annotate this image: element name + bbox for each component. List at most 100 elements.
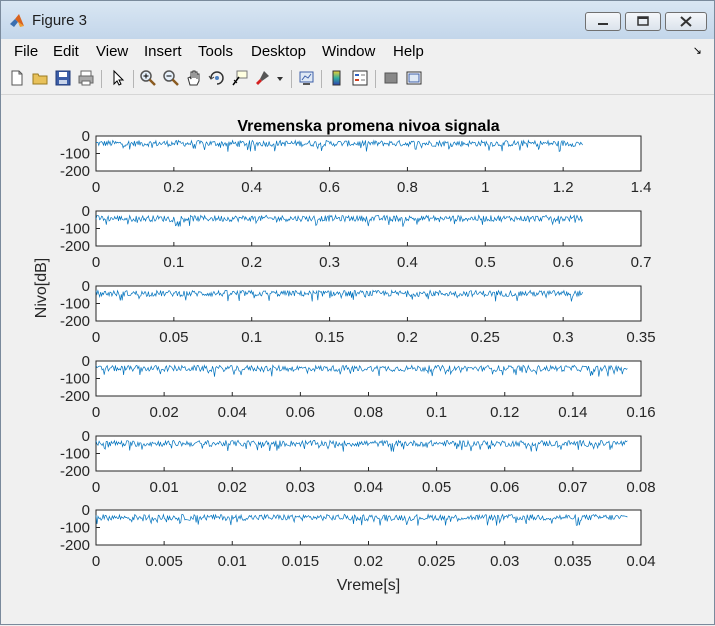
y-tick-label: -200 — [60, 463, 90, 480]
x-tick-label: 0.06 — [286, 404, 315, 421]
x-tick-label: 0.1 — [241, 329, 262, 346]
insert-legend-icon[interactable] — [351, 69, 369, 87]
link-plot-icon[interactable] — [298, 69, 316, 87]
x-tick-label: 0.2 — [163, 179, 184, 196]
y-tick-label: 0 — [82, 428, 90, 445]
close-icon — [680, 16, 692, 27]
edit-plot-arrow-icon[interactable] — [109, 69, 127, 87]
toolbar-separator — [101, 70, 102, 88]
x-tick-label: 0.6 — [319, 179, 340, 196]
menu-window[interactable]: Window — [322, 43, 375, 60]
menu-tools[interactable]: Tools — [198, 43, 233, 60]
y-tick-label: -200 — [60, 238, 90, 255]
x-tick-label: 0.5 — [475, 254, 496, 271]
y-tick-label: -200 — [60, 537, 90, 554]
x-tick-label: 0 — [92, 329, 100, 346]
x-tick-label: 0.01 — [218, 553, 247, 570]
x-tick-label: 0.03 — [490, 553, 519, 570]
subplot-2[interactable]: 0-100-2000 0.1 0.2 0.3 0.4 0.5 0.6 0.7 — [60, 203, 651, 271]
zoom-in-icon[interactable] — [139, 69, 157, 87]
close-button[interactable] — [665, 12, 707, 31]
x-tick-label: 0.07 — [558, 479, 587, 496]
save-icon[interactable] — [54, 69, 72, 87]
y-tick-label: 0 — [82, 128, 90, 145]
x-tick-label: 0.3 — [319, 254, 340, 271]
x-tick-label: 0.04 — [626, 553, 655, 570]
insert-colorbar-icon[interactable] — [328, 69, 346, 87]
x-tick-label: 0.4 — [397, 254, 418, 271]
print-icon[interactable] — [77, 69, 95, 87]
x-tick-label: 0.02 — [218, 479, 247, 496]
x-tick-label: 0.005 — [145, 553, 183, 570]
y-tick-label: 0 — [82, 203, 90, 220]
y-tick-label: 0 — [82, 502, 90, 519]
x-tick-label: 0.05 — [159, 329, 188, 346]
menu-insert[interactable]: Insert — [144, 43, 182, 60]
subplot-6[interactable]: 0-100-2000 0.005 0.01 0.015 0.02 0.025 0.03 0.0… — [60, 502, 656, 594]
figure-window: Figure 3 File Edit View Insert Tools Des… — [0, 0, 715, 625]
y-tick-label: -100 — [60, 520, 90, 537]
pan-hand-icon[interactable] — [185, 69, 203, 87]
brush-icon[interactable] — [254, 69, 272, 87]
y-tick-label: -100 — [60, 371, 90, 388]
open-file-icon[interactable] — [31, 69, 49, 87]
maximize-icon — [637, 16, 649, 26]
x-tick-label: 0.14 — [558, 404, 587, 421]
axes-box — [95, 360, 642, 397]
toolbar-separator — [321, 70, 322, 88]
x-tick-label: 0.1 — [163, 254, 184, 271]
x-tick-label: 0.35 — [626, 329, 655, 346]
title-bar[interactable]: Figure 3 — [1, 1, 714, 39]
x-tick-label: 0.1 — [426, 404, 447, 421]
y-tick-label: -100 — [60, 446, 90, 463]
y-tick-label: -100 — [60, 146, 90, 163]
hide-plot-tools-icon[interactable] — [382, 69, 400, 87]
x-axis-label: Vreme[s] — [337, 577, 400, 594]
x-tick-label: 0.03 — [286, 479, 315, 496]
data-cursor-icon[interactable] — [231, 69, 249, 87]
zoom-out-icon[interactable] — [162, 69, 180, 87]
rotate-3d-icon[interactable] — [208, 69, 226, 87]
subplot-4[interactable]: 0-100-2000 0.02 0.04 0.06 0.08 0.1 0.12 0.14 0.1… — [60, 353, 656, 421]
x-tick-label: 0 — [92, 404, 100, 421]
axes-box — [95, 509, 642, 546]
x-tick-label: 0.05 — [422, 479, 451, 496]
y-tick-label: -200 — [60, 163, 90, 180]
show-plot-tools-icon[interactable] — [405, 69, 423, 87]
x-tick-label: 0.08 — [354, 404, 383, 421]
menu-desktop[interactable]: Desktop — [251, 43, 306, 60]
brush-dropdown-icon[interactable] — [275, 69, 285, 87]
x-tick-label: 0 — [92, 479, 100, 496]
x-tick-label: 0.2 — [397, 329, 418, 346]
toolbar-separator — [133, 70, 134, 88]
dock-arrow-icon[interactable]: ↘ — [693, 44, 702, 57]
axes-box — [95, 285, 642, 322]
menu-edit[interactable]: Edit — [53, 43, 79, 60]
subplot-5[interactable]: 0-100-2000 0.01 0.02 0.03 0.04 0.05 0.06 0.07 0.… — [60, 428, 656, 496]
x-tick-label: 0.6 — [553, 254, 574, 271]
chart-title: Vremenska promena nivoa signala — [237, 118, 499, 135]
x-tick-label: 0.015 — [282, 553, 320, 570]
menu-file[interactable]: File — [14, 43, 38, 60]
figure-canvas: 0 -100 -200 0 0.2 0.4 0.6 0.8 1 1.2 1.4 Vremenska p… — [4, 96, 709, 621]
axes-box — [95, 435, 642, 472]
toolbar-separator — [291, 70, 292, 88]
minimize-button[interactable] — [585, 12, 621, 31]
new-figure-icon[interactable] — [8, 69, 26, 87]
menu-view[interactable]: View — [96, 43, 128, 60]
subplot-3[interactable]: 0-100-2000 0.05 0.1 0.15 0.2 0.25 0.3 0.35Nivo[… — [33, 258, 656, 346]
y-tick-label: 0 — [82, 278, 90, 295]
subplot-1[interactable]: 0-100-2000 0.2 0.4 0.6 0.8 1 1.2 1.4Vremenska p… — [60, 118, 651, 196]
y-tick-label: -200 — [60, 313, 90, 330]
x-tick-label: 0.01 — [150, 479, 179, 496]
x-tick-label: 0.04 — [218, 404, 247, 421]
menu-help[interactable]: Help — [393, 43, 424, 60]
y-tick-label: -100 — [60, 221, 90, 238]
x-tick-label: 0.3 — [553, 329, 574, 346]
maximize-button[interactable] — [625, 12, 661, 31]
x-tick-label: 0.06 — [490, 479, 519, 496]
x-tick-label: 1 — [481, 179, 489, 196]
x-tick-label: 0.08 — [626, 479, 655, 496]
x-tick-label: 0.4 — [241, 179, 262, 196]
y-tick-label: 0 — [82, 353, 90, 370]
